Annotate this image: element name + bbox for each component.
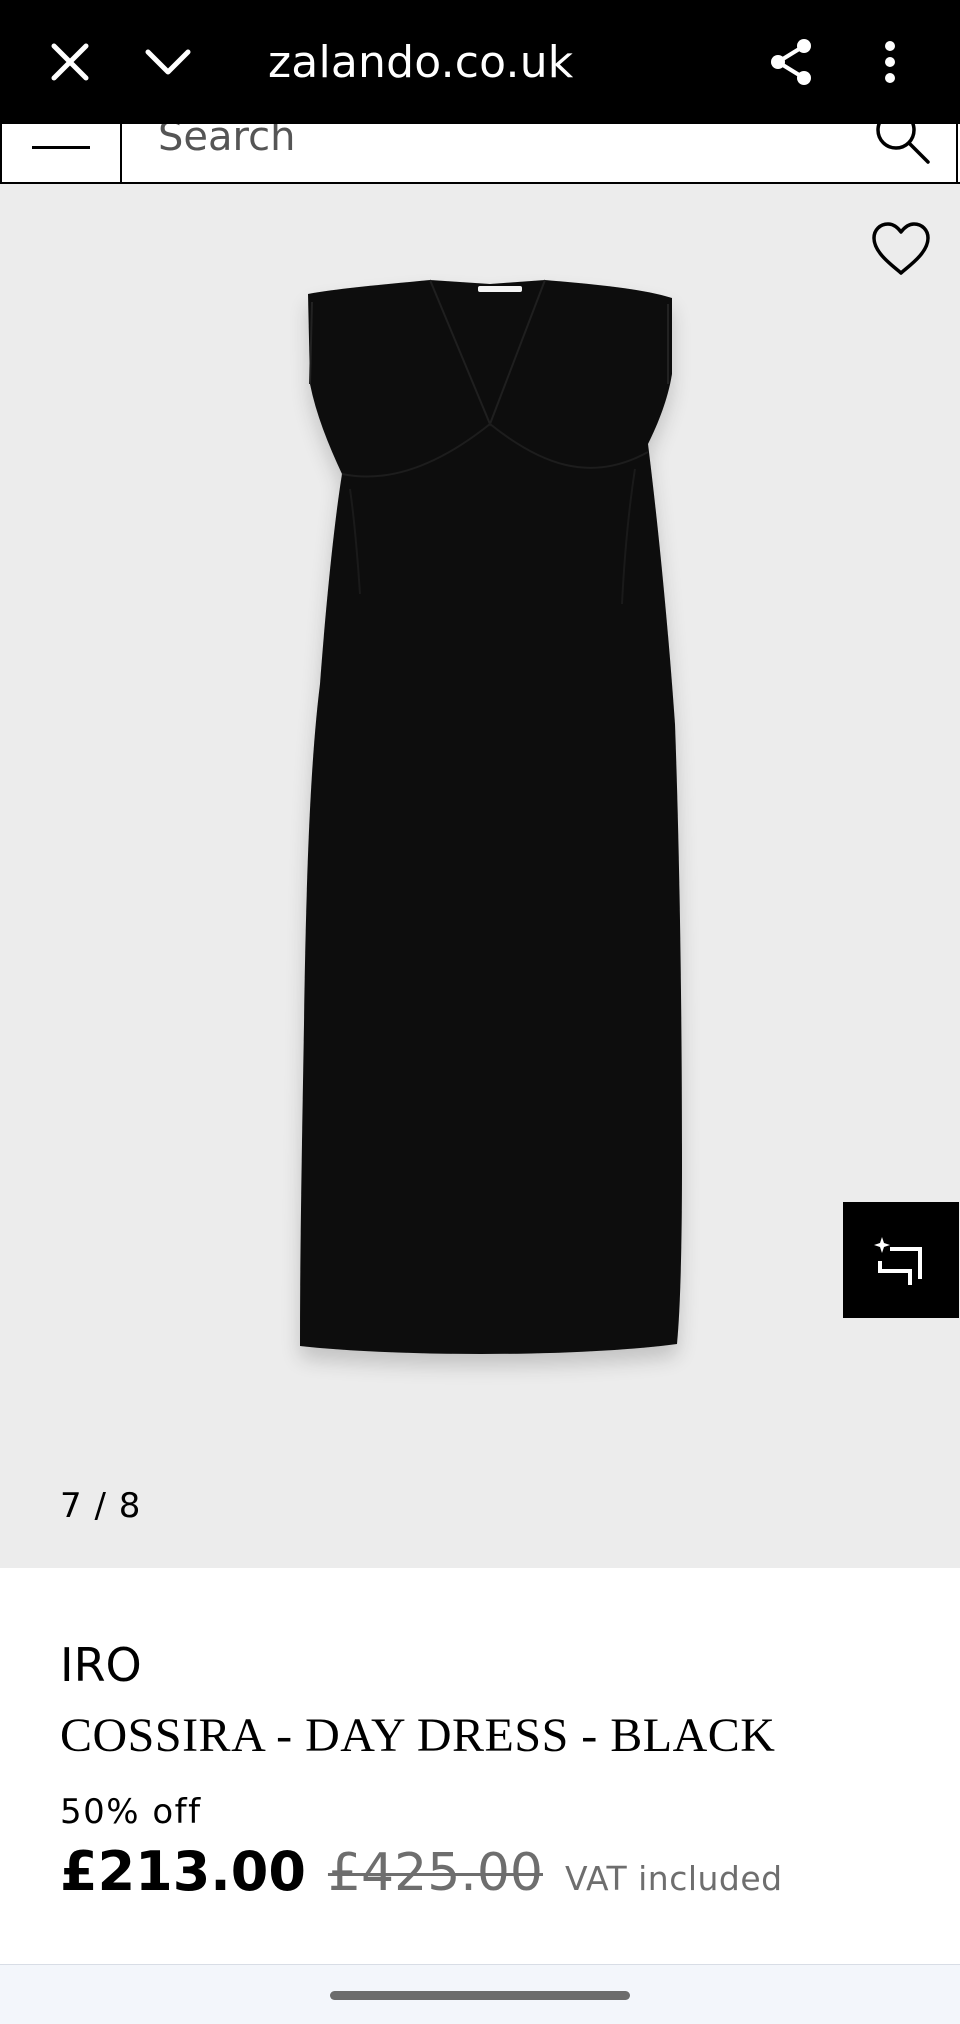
crop-sparkle-icon	[874, 1237, 922, 1285]
image-counter: 7 / 8	[60, 1486, 142, 1526]
close-button[interactable]	[30, 22, 110, 102]
vat-note: VAT included	[565, 1859, 783, 1898]
menu-icon	[32, 146, 90, 149]
product-info: IRO COSSIRA - DAY DRESS - BLACK 50% off …	[0, 1568, 960, 1964]
product-image[interactable]	[280, 264, 700, 1464]
share-icon	[771, 39, 811, 85]
add-to-wishlist-button[interactable]	[862, 210, 940, 288]
chevron-down-icon	[145, 49, 191, 75]
url-text[interactable]: zalando.co.uk	[268, 24, 574, 100]
search-input[interactable]	[158, 124, 858, 162]
close-icon	[51, 43, 89, 81]
product-name: COSSIRA - DAY DRESS - BLACK	[60, 1709, 776, 1762]
site-header	[0, 124, 960, 184]
product-brand[interactable]: IRO	[60, 1638, 142, 1692]
heart-icon	[872, 222, 930, 275]
original-price: £425.00	[327, 1843, 543, 1903]
more-vert-icon	[885, 41, 895, 83]
price-row: £213.00 £425.00 VAT included	[60, 1840, 783, 1903]
search-icon[interactable]	[872, 124, 932, 166]
collapse-button[interactable]	[128, 22, 208, 102]
share-button[interactable]	[751, 22, 831, 102]
home-indicator[interactable]	[330, 1991, 630, 2000]
product-image-gallery[interactable]: 7 / 8	[0, 184, 960, 1568]
menu-button[interactable]	[0, 124, 122, 182]
search-box	[122, 124, 958, 182]
more-options-button[interactable]	[850, 22, 930, 102]
image-search-button[interactable]	[843, 1202, 959, 1318]
browser-toolbar: zalando.co.uk	[0, 0, 960, 124]
system-navigation-area	[0, 1964, 960, 2024]
current-price: £213.00	[60, 1840, 306, 1903]
discount-label: 50% off	[60, 1792, 202, 1832]
